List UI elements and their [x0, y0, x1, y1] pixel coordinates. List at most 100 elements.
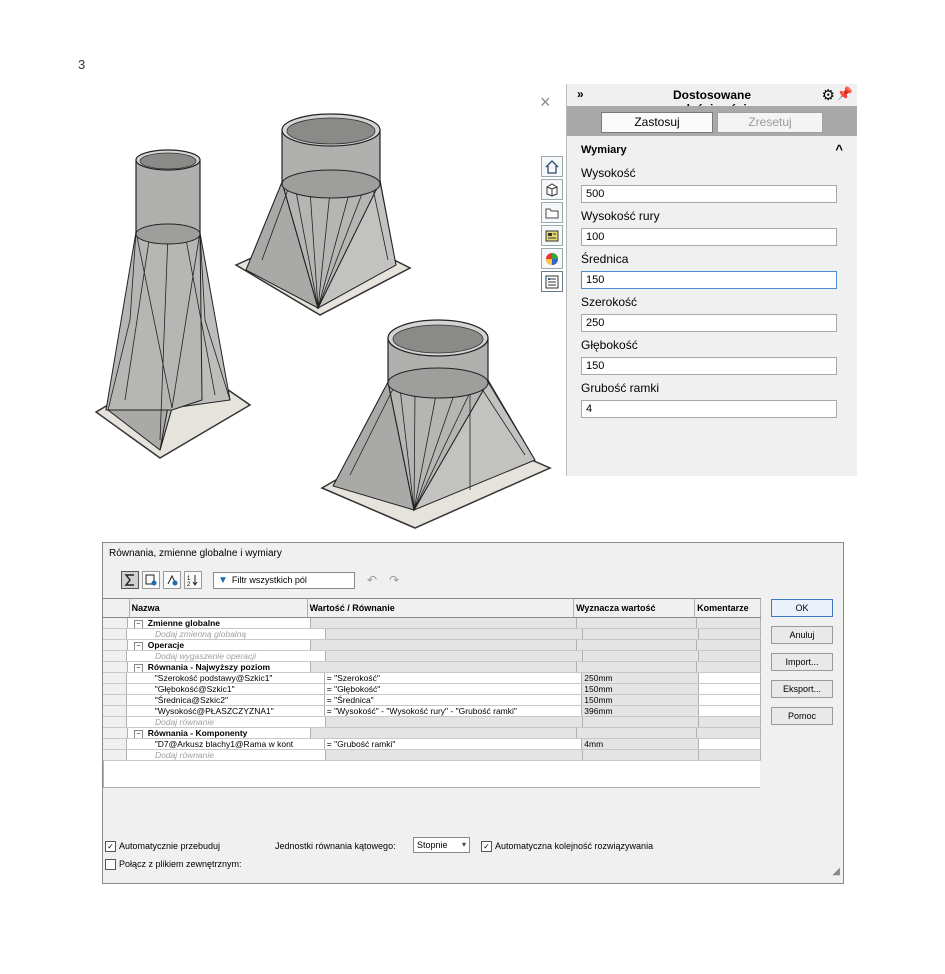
column-header-value[interactable]: Wartość / Równanie	[307, 599, 575, 617]
auto-order-checkbox[interactable]: ✓	[481, 841, 492, 853]
undo-icon[interactable]: ↶	[367, 573, 377, 587]
equation-view-icon[interactable]	[121, 571, 139, 589]
group-name: Równania - Najwyższy poziom	[147, 662, 271, 672]
column-header-comments[interactable]: Komentarze	[695, 599, 761, 617]
expand-icon[interactable]: »	[577, 87, 584, 101]
equation-comment[interactable]	[699, 739, 761, 749]
table-row[interactable]: "Średnica@Szkic2" = "Średnica" 150mm	[103, 695, 761, 706]
depth-input[interactable]: 150	[581, 357, 837, 375]
chevron-down-icon: ▾	[461, 840, 466, 849]
property-manager-panel: » Dostosowane właściwości ⚙ 📌 Zastosuj Z…	[566, 84, 857, 476]
equation-value[interactable]: = "Szerokość"	[324, 673, 583, 683]
dimension-view-icon[interactable]	[163, 571, 181, 589]
add-feature-suppression[interactable]: Dodaj wygaszenie operacji	[126, 651, 327, 661]
property-label-diameter: Średnica	[581, 252, 629, 266]
ordered-view-icon[interactable]: 12	[184, 571, 202, 589]
table-row[interactable]: "D7@Arkusz blachy1@Rama w kont = "Gruboś…	[103, 739, 761, 750]
height-input[interactable]: 500	[581, 185, 837, 203]
folder-icon[interactable]	[541, 202, 563, 223]
dimensions-section: Wymiary ^ Wysokość 500 Wysokość rury 100…	[581, 142, 843, 418]
dialog-title: Równania, zmienne globalne i wymiary	[109, 548, 282, 559]
link-file-checkbox[interactable]	[105, 859, 116, 871]
equation-name[interactable]: "Średnica@Szkic2"	[126, 695, 325, 705]
equation-value[interactable]: = "Wysokość" - "Wysokość rury" - "Gruboś…	[324, 706, 583, 716]
appearance-icon[interactable]	[541, 248, 563, 269]
add-equation[interactable]: Dodaj równanie	[126, 750, 327, 760]
group-name: Operacje	[147, 640, 185, 650]
group-name: Równania - Komponenty	[147, 728, 248, 738]
section-header[interactable]: Wymiary ^	[581, 142, 843, 160]
equation-name[interactable]: "Głębokość@Szkic1"	[126, 684, 325, 694]
panel-header: » Dostosowane właściwości ⚙ 📌	[567, 84, 857, 116]
apply-button[interactable]: Zastosuj	[601, 112, 713, 133]
filter-placeholder: Filtr wszystkich pól	[231, 575, 307, 585]
angle-unit-select[interactable]: Stopnie ▾	[413, 837, 470, 853]
add-row[interactable]: Dodaj równanie	[103, 750, 761, 761]
auto-order-option[interactable]: ✓ Automatyczna kolejność rozwiązywania	[481, 841, 653, 853]
custom-properties-icon[interactable]	[541, 271, 563, 292]
reset-button[interactable]: Zresetuj	[717, 112, 823, 133]
equation-comment[interactable]	[699, 673, 761, 683]
group-row: − Równania - Najwyższy poziom	[103, 662, 761, 673]
help-button[interactable]: Pomoc	[771, 707, 833, 725]
equation-comment[interactable]	[699, 706, 761, 716]
equation-result: 250mm	[582, 673, 700, 683]
panel-button-bar: Zastosuj Zresetuj	[567, 106, 857, 136]
equation-comment[interactable]	[699, 695, 761, 705]
import-button[interactable]: Import...	[771, 653, 833, 671]
table-row[interactable]: "Wysokość@PŁASZCZYZNA1" = "Wysokość" - "…	[103, 706, 761, 717]
grid-header-row: Nazwa Wartość / Równanie Wyznacza wartoś…	[103, 598, 761, 618]
equation-name[interactable]: "Szerokość podstawy@Szkic1"	[126, 673, 325, 683]
cancel-button[interactable]: Anuluj	[771, 626, 833, 644]
auto-rebuild-option[interactable]: ✓ Automatycznie przebuduj	[105, 841, 220, 853]
column-header-name[interactable]: Nazwa	[129, 599, 308, 617]
add-row[interactable]: Dodaj wygaszenie operacji	[103, 651, 761, 662]
equation-name[interactable]: "D7@Arkusz blachy1@Rama w kont	[126, 739, 325, 749]
diameter-input[interactable]: 150	[581, 271, 837, 289]
equations-dialog: Równania, zmienne globalne i wymiary 12 …	[102, 542, 844, 884]
table-row[interactable]: "Szerokość podstawy@Szkic1" = "Szerokość…	[103, 673, 761, 684]
group-row: − Operacje	[103, 640, 761, 651]
section-title: Wymiary	[581, 144, 627, 156]
ok-button[interactable]: OK	[771, 599, 833, 617]
add-row[interactable]: Dodaj zmienną globalną	[103, 629, 761, 640]
sketch-equation-view-icon[interactable]	[142, 571, 160, 589]
property-icon[interactable]	[541, 225, 563, 246]
equation-value[interactable]: = "Głębokość"	[324, 684, 583, 694]
pipe-height-input[interactable]: 100	[581, 228, 837, 246]
part-icon[interactable]	[541, 179, 563, 200]
table-row[interactable]: "Głębokość@Szkic1" = "Głębokość" 150mm	[103, 684, 761, 695]
collapse-icon[interactable]: −	[133, 620, 143, 628]
collapse-icon[interactable]: −	[133, 730, 143, 738]
gear-icon[interactable]: ⚙	[822, 86, 835, 104]
add-global-variable[interactable]: Dodaj zmienną globalną	[126, 629, 327, 639]
collapse-icon[interactable]: −	[133, 642, 143, 650]
grid-empty-area	[103, 761, 760, 788]
redo-icon[interactable]: ↷	[389, 573, 399, 587]
link-file-option[interactable]: Połącz z plikiem zewnętrznym:	[105, 859, 242, 871]
auto-rebuild-checkbox[interactable]: ✓	[105, 841, 116, 853]
tall-funnel-model	[94, 149, 252, 459]
home-icon[interactable]	[541, 156, 563, 177]
add-equation[interactable]: Dodaj równanie	[126, 717, 327, 727]
equation-result: 396mm	[582, 706, 700, 716]
filter-field[interactable]: ▼ Filtr wszystkich pól	[213, 571, 355, 589]
equation-value[interactable]: = "Średnica"	[324, 695, 583, 705]
add-row[interactable]: Dodaj równanie	[103, 717, 761, 728]
resize-grip-icon[interactable]: ◢	[832, 866, 840, 877]
dialog-options: ✓ Automatycznie przebuduj Jednostki równa…	[103, 837, 843, 879]
group-row: − Zmienne globalne	[103, 618, 761, 629]
width-input[interactable]: 250	[581, 314, 837, 332]
equations-grid: Nazwa Wartość / Równanie Wyznacza wartoś…	[103, 598, 761, 788]
column-header-evaluates[interactable]: Wyznacza wartość	[574, 599, 696, 617]
pin-icon[interactable]: 📌	[837, 86, 853, 102]
equation-value[interactable]: = "Grubość ramki"	[324, 739, 583, 749]
export-button[interactable]: Eksport...	[771, 680, 833, 698]
equation-name[interactable]: "Wysokość@PŁASZCZYZNA1"	[126, 706, 325, 716]
chevron-up-icon[interactable]: ^	[835, 142, 843, 157]
equation-comment[interactable]	[699, 684, 761, 694]
frame-thickness-input[interactable]: 4	[581, 400, 837, 418]
close-icon[interactable]: ×	[540, 92, 551, 113]
property-label-pipe-height: Wysokość rury	[581, 209, 660, 223]
collapse-icon[interactable]: −	[133, 664, 143, 672]
